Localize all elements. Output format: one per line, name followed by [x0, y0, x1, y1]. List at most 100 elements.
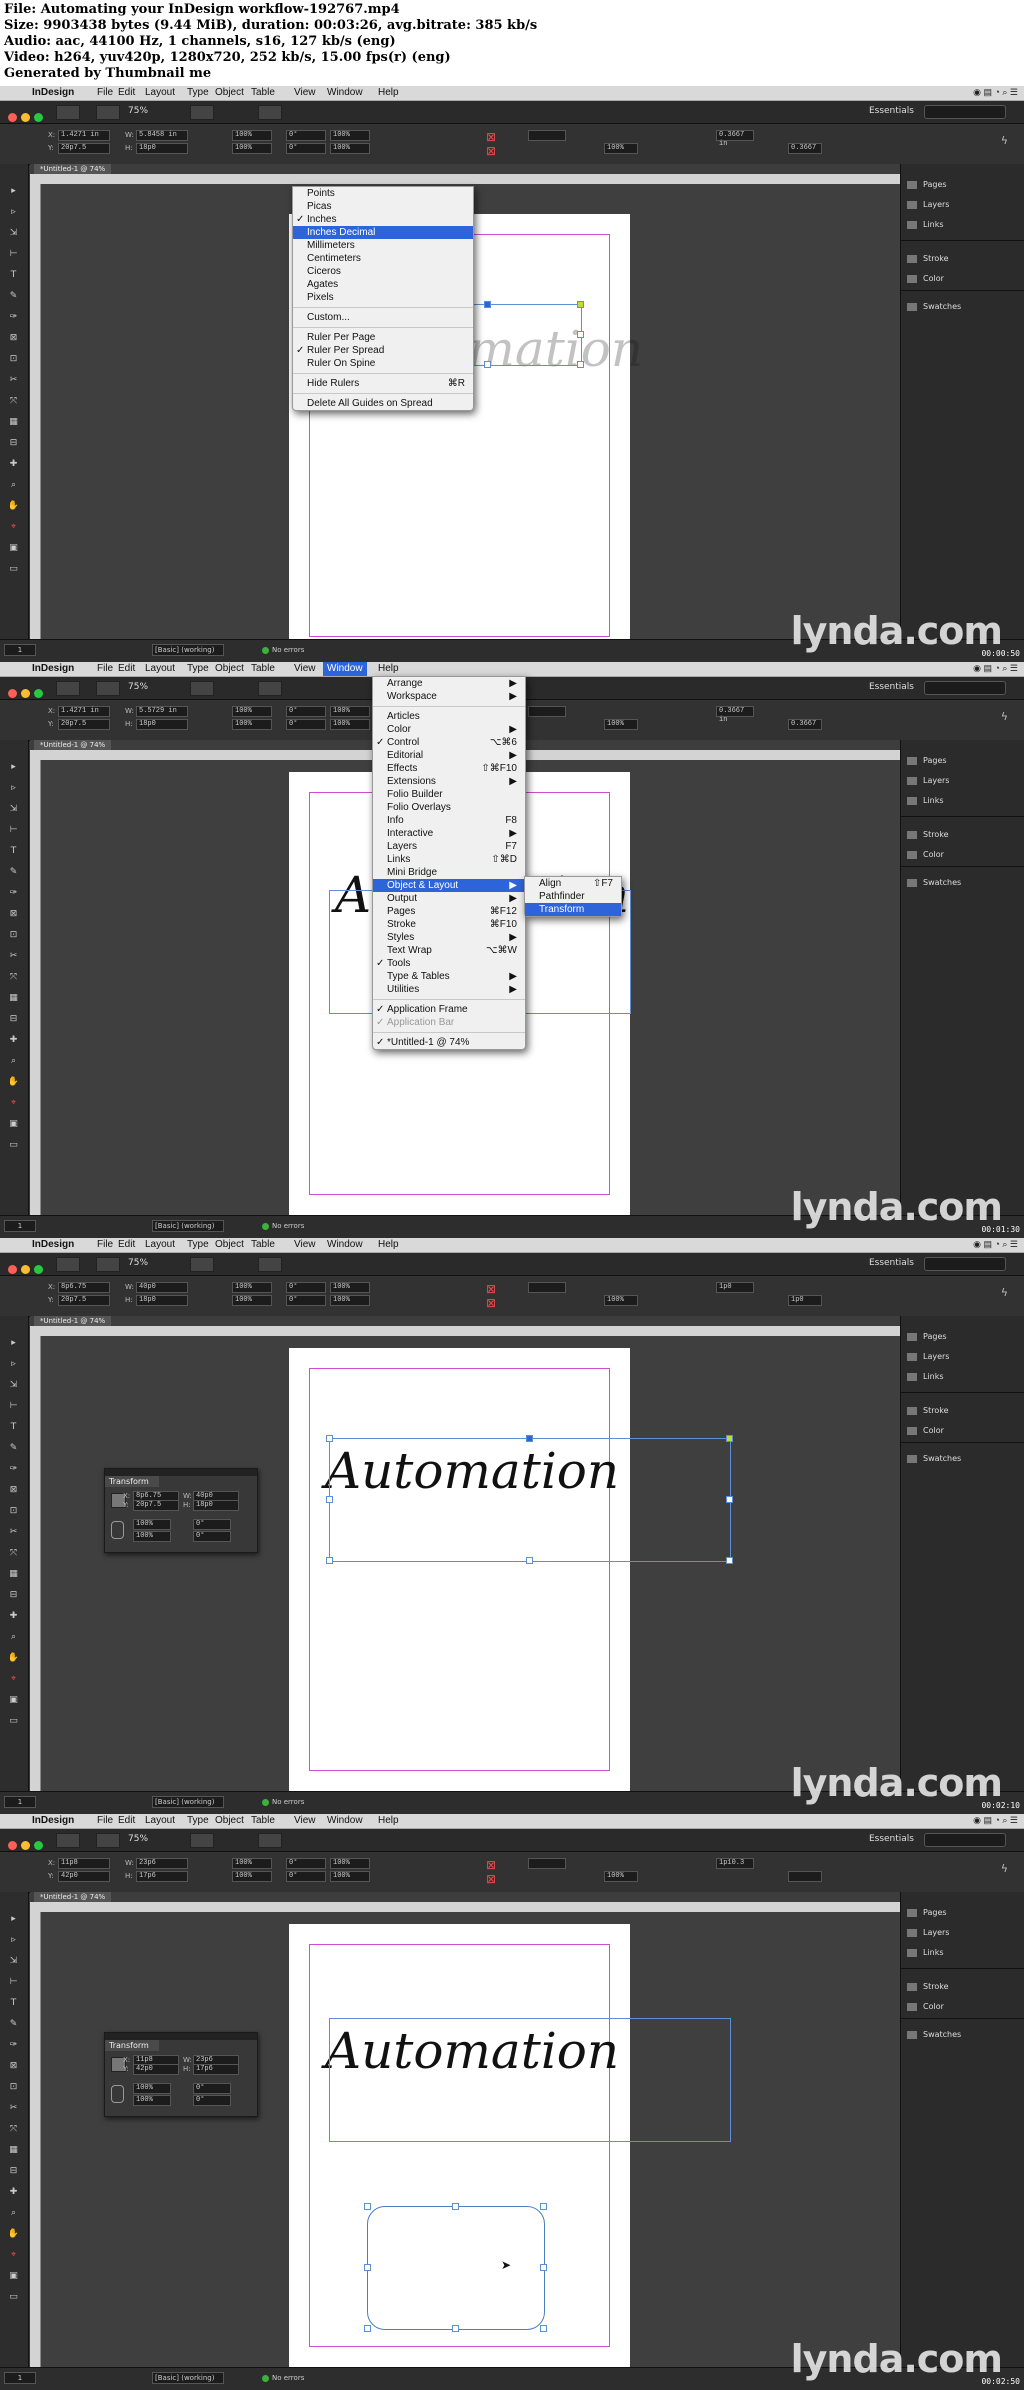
tool-icon[interactable]: ✑ — [7, 888, 20, 899]
tool-icon[interactable]: ✚ — [7, 459, 20, 470]
menu-item[interactable]: ✓ Tools — [373, 957, 525, 970]
selection-handle[interactable] — [326, 1435, 333, 1442]
appbar-button[interactable] — [258, 1257, 282, 1272]
minimize-icon[interactable] — [21, 1841, 30, 1850]
menu-layout[interactable]: Layout — [145, 663, 175, 674]
menu-item[interactable]: Object & Layout ▶ — [373, 879, 525, 892]
selection-handle[interactable] — [452, 2203, 459, 2210]
lightning-icon[interactable]: ϟ — [1001, 134, 1008, 147]
control-scale-field[interactable]: 100% — [330, 143, 370, 154]
menu-layout[interactable]: Layout — [145, 87, 175, 98]
control-scale-field[interactable]: 100% — [330, 706, 370, 717]
selection-handle[interactable] — [540, 2325, 547, 2332]
menu-item[interactable]: Type & Tables ▶ — [373, 970, 525, 983]
menu-item[interactable]: Picas — [293, 200, 473, 213]
zoom-level[interactable]: 75% — [128, 1258, 148, 1268]
corner-size-field[interactable]: 1p10.3 — [716, 1858, 754, 1869]
search-field[interactable] — [924, 681, 1006, 695]
selection-handle[interactable] — [364, 2325, 371, 2332]
tool-icon[interactable]: ⊡ — [7, 1506, 20, 1517]
control-scale-field[interactable]: 100% — [232, 1858, 272, 1869]
menu-item[interactable]: Pathfinder — [525, 890, 621, 903]
control-scale-field[interactable]: 100% — [232, 719, 272, 730]
menu-window[interactable]: Window — [323, 662, 367, 676]
menu-table[interactable]: Table — [251, 1239, 275, 1250]
tool-icon[interactable]: ▹ — [7, 783, 20, 794]
selection-handle[interactable] — [540, 2203, 547, 2210]
control-angle-field[interactable]: 0° — [286, 1858, 326, 1869]
menu-item[interactable]: Output ▶ — [373, 892, 525, 905]
stroke-weight-field[interactable] — [528, 1858, 566, 1869]
tool-icon[interactable]: ⊢ — [7, 825, 20, 836]
tool-icon[interactable]: ▹ — [7, 207, 20, 218]
tool-icon[interactable]: ⤧ — [7, 2124, 20, 2135]
menu-item[interactable]: Ciceros — [293, 265, 473, 278]
tool-icon[interactable]: ✑ — [7, 312, 20, 323]
page-number-field[interactable]: 1 — [4, 644, 36, 656]
tool-icon[interactable]: ⤧ — [7, 972, 20, 983]
transform-shear[interactable]: 0° — [193, 1531, 231, 1542]
selection-frame[interactable] — [329, 1438, 731, 1562]
menu-layout[interactable]: Layout — [145, 1239, 175, 1250]
control-field-y[interactable]: 20p7.5 — [58, 143, 110, 154]
selection-handle[interactable] — [364, 2264, 371, 2271]
appbar-button[interactable] — [96, 681, 120, 696]
menu-item[interactable]: ✓ Application Frame — [373, 1003, 525, 1016]
menu-edit[interactable]: Edit — [118, 1815, 135, 1826]
opacity-field[interactable]: 100% — [604, 143, 638, 154]
text-frame[interactable] — [329, 2018, 731, 2142]
zoom-level[interactable]: 75% — [128, 106, 148, 116]
tool-icon[interactable]: ▦ — [7, 1569, 20, 1580]
panel-stroke[interactable]: Stroke — [907, 830, 949, 839]
transform-rotate[interactable]: 0° — [193, 2083, 231, 2094]
transform-panel[interactable]: Transform X: 8p6.75 Y: 20p7.5 W: 40p0 H: 18p0 100… — [104, 1468, 258, 1553]
lightning-icon[interactable]: ϟ — [1001, 710, 1008, 723]
tool-icon[interactable]: T — [7, 846, 20, 857]
appbar-button[interactable] — [190, 681, 214, 696]
menu-table[interactable]: Table — [251, 87, 275, 98]
stroke-swatch-icon[interactable]: ⊠ — [486, 1872, 496, 1886]
selection-handle[interactable] — [577, 301, 584, 308]
selection-handle[interactable] — [726, 1496, 733, 1503]
menu-item[interactable]: Effects ⇧⌘F10 — [373, 762, 525, 775]
minimize-icon[interactable] — [21, 113, 30, 122]
tool-icon[interactable]: ⊟ — [7, 438, 20, 449]
rounded-rectangle-frame[interactable] — [367, 2206, 545, 2330]
menu-item[interactable]: Inches Decimal — [293, 226, 473, 239]
corner-size-field-2[interactable] — [788, 1871, 822, 1882]
menu-type[interactable]: Type — [187, 663, 209, 674]
tool-icon[interactable]: ▣ — [7, 543, 20, 554]
menu-item[interactable]: Hide Rulers ⌘R — [293, 377, 473, 390]
panel-pages[interactable]: Pages — [907, 756, 947, 765]
corner-size-field[interactable]: 0.3667 in — [716, 706, 754, 724]
stroke-swatch-icon[interactable]: ⊠ — [486, 1296, 496, 1310]
transform-scale-y[interactable]: 100% — [133, 1531, 171, 1542]
minimize-icon[interactable] — [21, 689, 30, 698]
opacity-field[interactable]: 100% — [604, 719, 638, 730]
panel-layers[interactable]: Layers — [907, 776, 949, 785]
zoom-level[interactable]: 75% — [128, 682, 148, 692]
master-style-field[interactable]: [Basic] (working) — [152, 1796, 224, 1808]
tool-icon[interactable]: ▹ — [7, 1359, 20, 1370]
zoom-icon[interactable] — [34, 113, 43, 122]
control-scale-field[interactable]: 100% — [330, 1871, 370, 1882]
menu-type[interactable]: Type — [187, 1815, 209, 1826]
tool-icon[interactable]: ✑ — [7, 1464, 20, 1475]
menu-help[interactable]: Help — [378, 87, 399, 98]
close-icon[interactable] — [8, 113, 17, 122]
panel-color[interactable]: Color — [907, 1426, 944, 1435]
workspace-switcher[interactable]: Essentials — [869, 1258, 914, 1268]
master-style-field[interactable]: [Basic] (working) — [152, 2372, 224, 2384]
tool-icon[interactable]: ⌖ — [7, 1098, 20, 1109]
control-field-w[interactable]: 23p6 — [136, 1858, 188, 1869]
selection-handle[interactable] — [326, 1496, 333, 1503]
tool-icon[interactable]: ⇲ — [7, 228, 20, 239]
menu-file[interactable]: File — [97, 663, 113, 674]
menu-item[interactable]: Stroke ⌘F10 — [373, 918, 525, 931]
control-angle-field[interactable]: 0° — [286, 719, 326, 730]
tool-icon[interactable]: ⌖ — [7, 2250, 20, 2261]
panel-layers[interactable]: Layers — [907, 1928, 949, 1937]
search-field[interactable] — [924, 1833, 1006, 1847]
menu-item[interactable]: Layers F7 — [373, 840, 525, 853]
tool-icon[interactable]: ⊢ — [7, 249, 20, 260]
